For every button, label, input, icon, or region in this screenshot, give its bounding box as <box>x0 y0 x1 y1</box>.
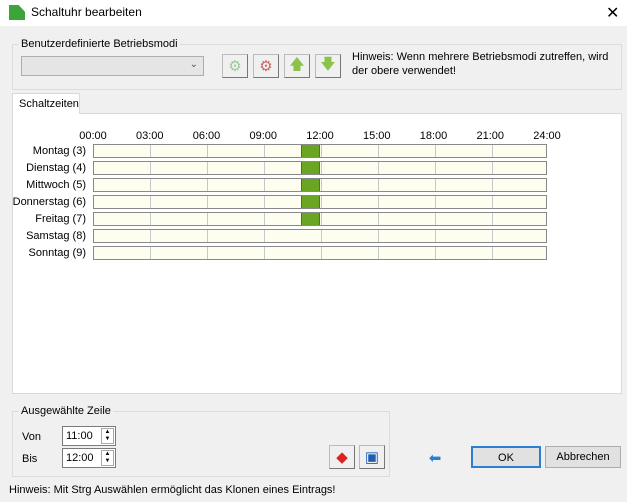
time-segment[interactable] <box>301 179 320 191</box>
move-up-button[interactable]: 🡅 <box>284 54 310 78</box>
move-down-button[interactable]: 🡇 <box>315 54 341 78</box>
day-label: Samstag (8) <box>26 230 86 242</box>
time-tick: 09:00 <box>249 130 278 142</box>
clock-delete-icon: ⚙ <box>259 58 273 75</box>
time-tick: 03:00 <box>135 130 164 142</box>
day-timeline[interactable] <box>93 144 547 158</box>
von-spinner[interactable]: ▲ ▼ <box>101 428 114 444</box>
day-label: Donnerstag (6) <box>12 196 86 208</box>
time-tick: 00:00 <box>79 130 107 142</box>
undo-button[interactable]: ⬅ <box>422 446 448 470</box>
time-tick: 12:00 <box>306 130 334 142</box>
time-tick: 15:00 <box>362 130 391 142</box>
window-title: Schaltuhr bearbeiten <box>31 5 142 19</box>
cancel-button[interactable]: Abbrechen <box>545 446 621 468</box>
clock-add-icon: ⚙ <box>228 58 242 75</box>
close-button[interactable]: ✕ <box>606 3 619 23</box>
add-mode-button[interactable]: ⚙ <box>222 54 248 78</box>
time-segment[interactable] <box>301 162 320 174</box>
arrow-down-icon: 🡇 <box>320 55 336 73</box>
eraser-icon: ◆ <box>336 449 348 466</box>
selection-icon: ▣ <box>364 449 380 466</box>
bis-value: 12:00 <box>66 452 94 464</box>
day-timeline[interactable] <box>93 246 547 260</box>
selected-row-legend: Ausgewählte Zeile <box>21 405 111 417</box>
footer-hint: Hinweis: Mit Strg Auswählen ermöglicht d… <box>9 484 336 496</box>
undo-arrow-icon: ⬅ <box>428 450 442 467</box>
select-all-button[interactable]: ▣ <box>359 445 385 469</box>
day-label: Sonntag (9) <box>28 247 86 259</box>
modes-legend: Benutzerdefinierte Betriebsmodi <box>21 38 178 50</box>
modes-combobox[interactable]: ⌄ <box>21 56 204 76</box>
day-label: Montag (3) <box>32 145 86 157</box>
ok-button[interactable]: OK <box>471 446 541 468</box>
time-tick: 21:00 <box>476 130 505 142</box>
day-label: Mittwoch (5) <box>26 179 86 191</box>
modes-hint: Hinweis: Wenn mehrere Betriebsmodi zutre… <box>352 51 609 77</box>
time-segment[interactable] <box>301 213 320 225</box>
von-value: 11:00 <box>66 430 93 442</box>
selected-time-segment[interactable] <box>301 145 320 157</box>
day-timeline[interactable] <box>93 195 547 209</box>
bis-spinner[interactable]: ▲ ▼ <box>101 450 114 466</box>
day-timeline[interactable] <box>93 229 547 243</box>
von-time-input[interactable]: 11:00 ▲ ▼ <box>62 426 116 446</box>
arrow-up-icon: 🡅 <box>289 55 305 73</box>
time-segment[interactable] <box>301 196 320 208</box>
day-timeline[interactable] <box>93 161 547 175</box>
time-tick: 18:00 <box>419 130 448 142</box>
tab-schaltzeiten[interactable]: Schaltzeiten <box>12 93 80 114</box>
erase-button[interactable]: ◆ <box>329 445 355 469</box>
bis-label: Bis <box>22 453 38 465</box>
day-timeline[interactable] <box>93 178 547 192</box>
bis-time-input[interactable]: 12:00 ▲ ▼ <box>62 448 116 468</box>
time-tick: 06:00 <box>192 130 221 142</box>
day-label: Dienstag (4) <box>26 162 86 174</box>
day-timeline[interactable] <box>93 212 547 226</box>
day-label: Freitag (7) <box>35 213 86 225</box>
time-tick: 24:00 <box>533 130 561 142</box>
chevron-down-icon: ⌄ <box>189 59 198 70</box>
von-label: Von <box>22 431 41 443</box>
delete-mode-button[interactable]: ⚙ <box>253 54 279 78</box>
